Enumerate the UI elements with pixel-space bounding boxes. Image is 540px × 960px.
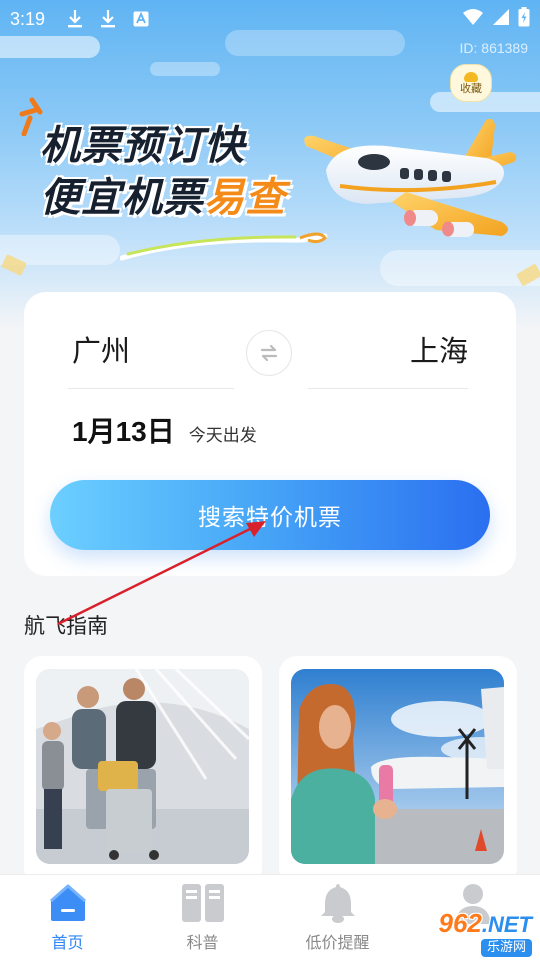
departure-date-picker[interactable]: 1月13日 今天出发 bbox=[72, 410, 257, 450]
nav-home-label: 首页 bbox=[51, 933, 84, 952]
slogan: 机票预订快 便宜机票易查 bbox=[40, 120, 286, 224]
nav-science[interactable]: 科普 bbox=[135, 875, 270, 960]
departure-date-hint: 今天出发 bbox=[188, 426, 257, 446]
nav-home[interactable]: 首页 bbox=[0, 875, 135, 960]
departure-city[interactable]: 广州 bbox=[72, 328, 130, 370]
divider bbox=[308, 388, 468, 389]
slogan-highlight: 易查 bbox=[204, 175, 286, 221]
nav-price-alert[interactable]: 低价提醒 bbox=[270, 875, 405, 960]
status-time: 3:19 bbox=[10, 8, 46, 29]
favorite-button[interactable]: 收藏 bbox=[450, 64, 492, 102]
guide-card[interactable] bbox=[279, 656, 517, 886]
guide-section-title: 航飞指南 bbox=[24, 614, 108, 638]
wifi-icon bbox=[462, 8, 484, 30]
book-icon bbox=[180, 881, 226, 925]
guide-card[interactable] bbox=[24, 656, 262, 886]
swap-cities-button[interactable] bbox=[246, 330, 292, 376]
woman-with-water-bottle-at-airfield-photo bbox=[291, 669, 504, 864]
nav-science-label: 科普 bbox=[186, 933, 219, 952]
battery-icon bbox=[518, 7, 530, 31]
departure-date: 1月13日 bbox=[72, 416, 175, 447]
divider bbox=[68, 388, 234, 389]
arrival-city[interactable]: 上海 bbox=[410, 328, 468, 370]
cloud bbox=[0, 36, 100, 58]
family-at-airport-photo bbox=[36, 669, 249, 864]
signal-icon bbox=[492, 8, 510, 30]
watermark-cn: 乐游网 bbox=[480, 939, 532, 957]
flight-search-card: 广州 上海 1月13日 今天出发 搜索特价机票 bbox=[24, 292, 516, 576]
favorite-icon bbox=[464, 71, 478, 82]
download-icon bbox=[100, 9, 116, 29]
slogan-line-2: 便宜机票易查 bbox=[40, 172, 286, 224]
status-bar: 3:19 bbox=[0, 0, 540, 38]
home-icon bbox=[45, 881, 91, 925]
search-flights-button[interactable]: 搜索特价机票 bbox=[50, 480, 490, 550]
site-watermark-logo: 962.NET 乐游网 bbox=[400, 910, 540, 960]
slogan-text: 便宜机票 bbox=[40, 175, 204, 221]
cloud bbox=[150, 62, 220, 76]
cloud bbox=[380, 250, 540, 286]
download-icon bbox=[67, 9, 83, 29]
swap-icon bbox=[260, 344, 278, 362]
slogan-line-1: 机票预订快 bbox=[40, 123, 245, 169]
watermark-number: 962.NET bbox=[438, 908, 532, 938]
nav-price-alert-label: 低价提醒 bbox=[305, 933, 370, 952]
app-notification-icon bbox=[133, 9, 149, 29]
airplane-illustration bbox=[304, 118, 517, 237]
bell-icon bbox=[315, 881, 361, 925]
account-id-text: ID: 861389 bbox=[459, 40, 529, 56]
favorite-label: 收藏 bbox=[460, 81, 482, 95]
